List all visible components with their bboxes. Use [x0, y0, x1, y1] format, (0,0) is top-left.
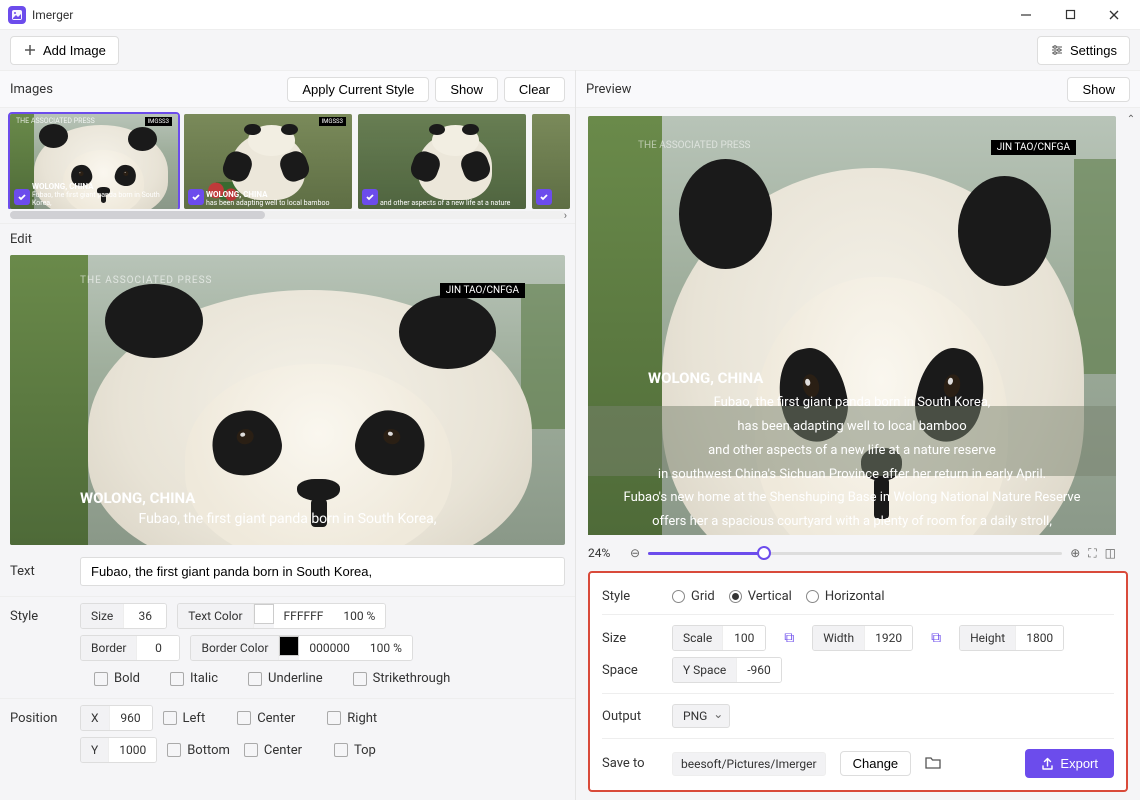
x-field[interactable]: X960 — [80, 705, 153, 731]
text-label: Text — [10, 564, 70, 579]
zoom-slider[interactable] — [648, 543, 1062, 563]
actual-size-icon[interactable]: ◫ — [1105, 546, 1116, 560]
save-path: beesoft/Pictures/Imerger — [672, 752, 826, 776]
titlebar: Imerger — [0, 0, 1140, 30]
export-button[interactable]: Export — [1025, 749, 1114, 778]
position-label: Position — [10, 711, 70, 726]
folder-icon[interactable] — [925, 755, 941, 773]
thumbnail-4[interactable] — [532, 114, 570, 209]
export-icon — [1041, 757, 1054, 770]
scale-field[interactable]: Scale100 — [672, 625, 766, 651]
check-icon — [14, 189, 30, 205]
output-format-select[interactable]: PNG — [672, 704, 730, 728]
zoom-in-icon[interactable]: ⊕ — [1070, 546, 1080, 560]
topbar: Add Image Settings — [0, 30, 1140, 70]
layout-grid-radio[interactable]: Grid — [672, 589, 715, 604]
maximize-button[interactable] — [1056, 1, 1084, 29]
thumbnail-3[interactable]: and other aspects of a new life at a nat… — [358, 114, 526, 209]
align-vcenter-checkbox[interactable]: Center — [244, 743, 302, 758]
text-color-field[interactable]: Text ColorFFFFFF100 % — [177, 603, 386, 629]
images-panel-header: Images Apply Current Style Show Clear — [0, 70, 575, 108]
fit-screen-icon[interactable]: ⛶ — [1088, 546, 1096, 561]
show-images-button[interactable]: Show — [435, 77, 498, 102]
align-left-checkbox[interactable]: Left — [163, 711, 206, 726]
zoom-controls: 24% ⊖ ⊕ ⛶ ◫ — [576, 535, 1140, 571]
check-icon — [536, 189, 552, 205]
change-path-button[interactable]: Change — [840, 751, 912, 776]
style-label: Style — [10, 609, 70, 624]
zoom-percent: 24% — [588, 546, 622, 560]
height-field[interactable]: Height1800 — [959, 625, 1064, 651]
settings-button[interactable]: Settings — [1037, 36, 1130, 65]
preview-title: Preview — [586, 82, 1061, 97]
check-icon — [188, 189, 204, 205]
export-panel: Style Grid Vertical Horizontal Size Scal… — [588, 571, 1128, 792]
strikethrough-checkbox[interactable]: Strikethrough — [353, 671, 451, 686]
show-preview-button[interactable]: Show — [1067, 77, 1130, 102]
clear-images-button[interactable]: Clear — [504, 77, 565, 102]
preview-panel-header: Preview Show — [576, 70, 1140, 108]
zoom-out-icon[interactable]: ⊖ — [630, 546, 640, 560]
yspace-field[interactable]: Y Space-960 — [672, 657, 782, 683]
layout-vertical-radio[interactable]: Vertical — [729, 589, 792, 604]
add-image-button[interactable]: Add Image — [10, 36, 119, 65]
align-bottom-checkbox[interactable]: Bottom — [167, 743, 230, 758]
plus-icon — [23, 43, 37, 57]
close-button[interactable] — [1100, 1, 1128, 29]
sliders-icon — [1050, 43, 1064, 57]
y-field[interactable]: Y1000 — [80, 737, 157, 763]
italic-checkbox[interactable]: Italic — [170, 671, 218, 686]
edit-title: Edit — [0, 223, 575, 255]
link-icon[interactable]: ⧉ — [780, 630, 798, 646]
apply-style-button[interactable]: Apply Current Style — [287, 77, 429, 102]
width-field[interactable]: Width1920 — [812, 625, 913, 651]
thumbs-scrollbar[interactable]: › — [10, 211, 565, 223]
thumbnail-1[interactable]: THE ASSOCIATED PRESS IMGSS3 WOLONG, CHIN… — [10, 114, 178, 209]
border-color-field[interactable]: Border Color000000100 % — [190, 635, 412, 661]
link-icon[interactable]: ⧉ — [927, 630, 945, 646]
thumbnail-2[interactable]: IMGSS3 WOLONG, CHINAhas been adapting we… — [184, 114, 352, 209]
edit-canvas[interactable]: THE ASSOCIATED PRESS JIN TAO/CNFGA WOLON… — [10, 255, 565, 545]
app-title: Imerger — [32, 8, 1012, 22]
images-title: Images — [10, 82, 281, 97]
check-icon — [362, 189, 378, 205]
caption-text-input[interactable] — [80, 557, 565, 586]
app-icon — [8, 6, 26, 24]
align-hcenter-checkbox[interactable]: Center — [237, 711, 295, 726]
minimize-button[interactable] — [1012, 1, 1040, 29]
align-right-checkbox[interactable]: Right — [327, 711, 377, 726]
font-size-field[interactable]: Size36 — [80, 603, 167, 629]
align-top-checkbox[interactable]: Top — [334, 743, 376, 758]
border-field[interactable]: Border0 — [80, 635, 180, 661]
bold-checkbox[interactable]: Bold — [94, 671, 140, 686]
layout-horizontal-radio[interactable]: Horizontal — [806, 589, 885, 604]
underline-checkbox[interactable]: Underline — [248, 671, 323, 686]
preview-canvas[interactable]: THE ASSOCIATED PRESS JIN TAO/CNFGA WOLON… — [588, 116, 1116, 535]
thumbnails-row: THE ASSOCIATED PRESS IMGSS3 WOLONG, CHIN… — [0, 108, 575, 209]
